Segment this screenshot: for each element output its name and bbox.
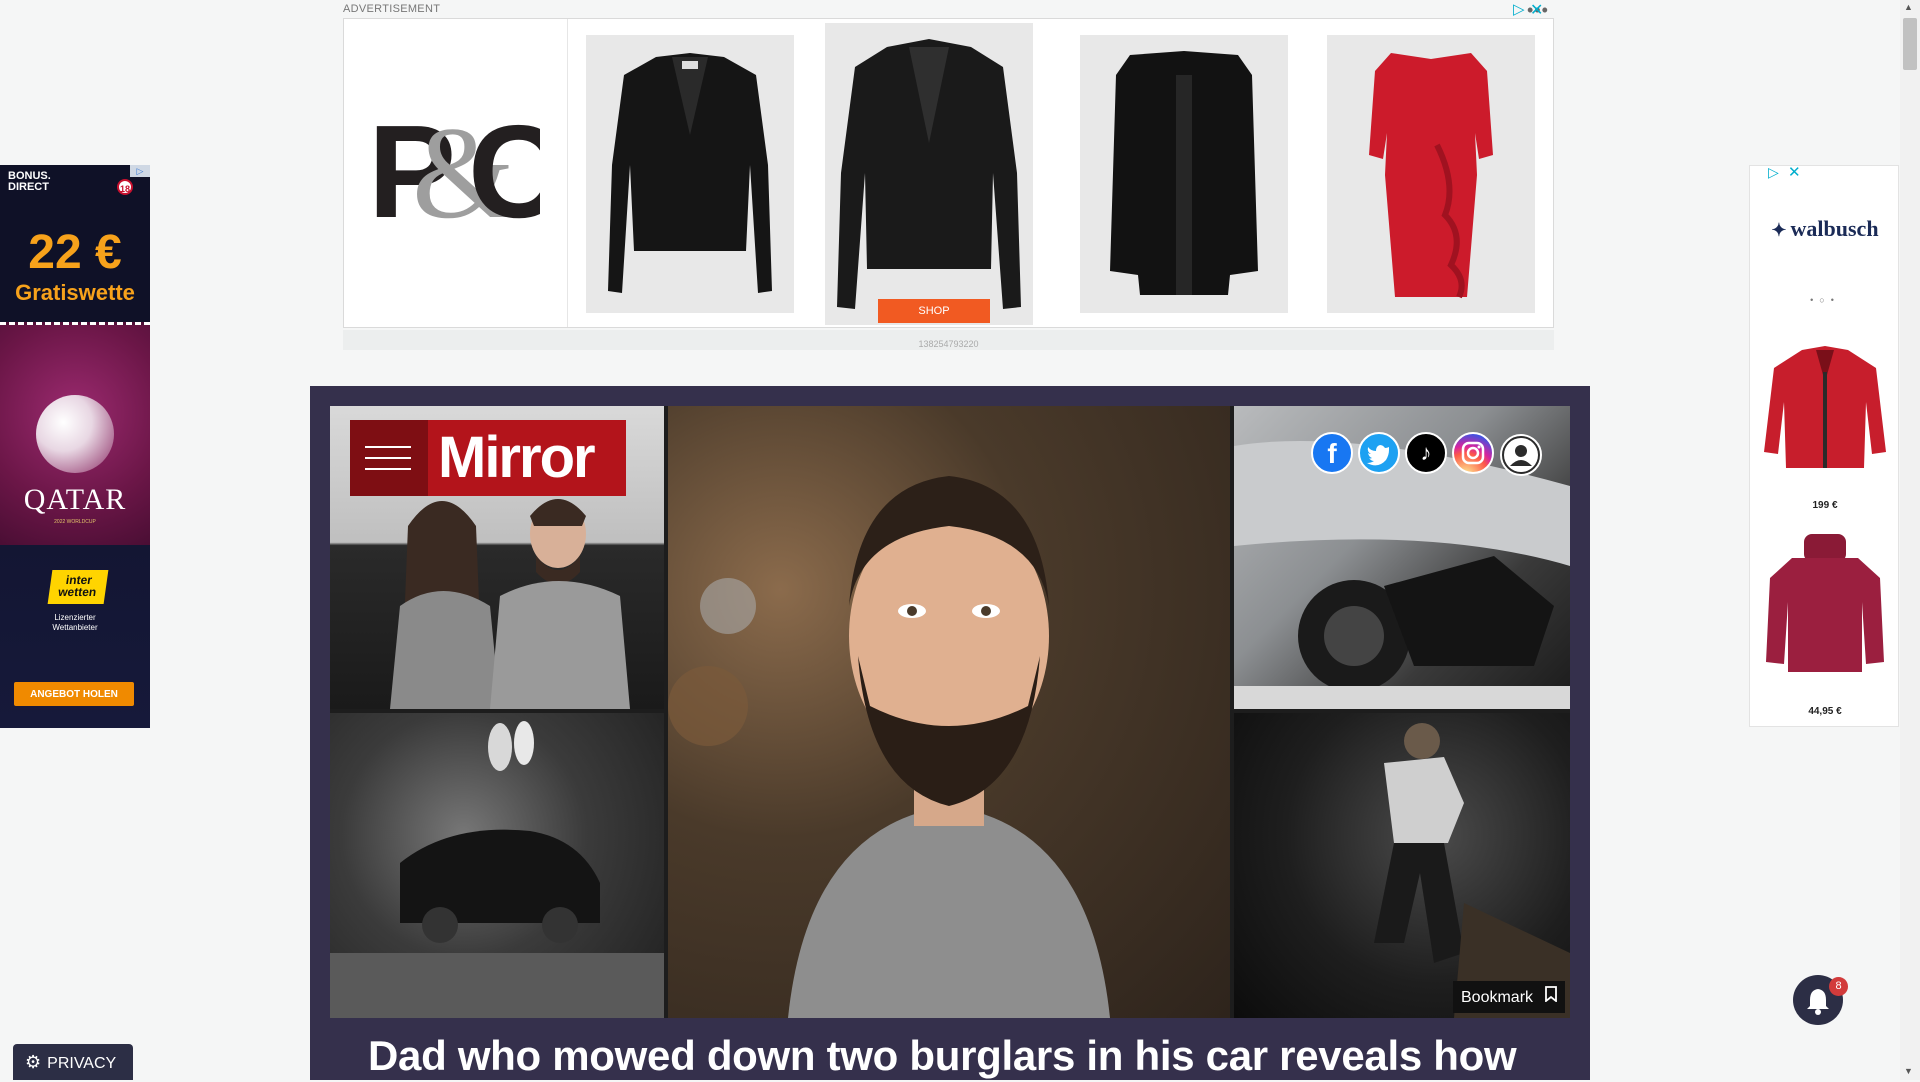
privacy-label: PRIVACY — [47, 1055, 117, 1072]
facebook-icon[interactable]: f — [1311, 432, 1353, 474]
night-runner-photo — [1234, 713, 1570, 1018]
carousel-dots[interactable]: •○• — [1750, 295, 1900, 305]
page-scrollbar[interactable] — [1900, 0, 1920, 1080]
close-ad-icon[interactable]: ✕ — [1788, 163, 1801, 181]
walbusch-logo: ✦ walbusch — [1752, 216, 1898, 242]
adchoices-icon[interactable]: ▷ — [130, 165, 150, 177]
bonus-amount: 22 € — [28, 226, 122, 279]
mirror-header-logo[interactable]: Mirror — [350, 420, 626, 496]
adchoices-icon[interactable]: ▷ — [1768, 164, 1779, 181]
license-text: Lizenzierter Wettanbieter — [52, 613, 98, 632]
qatar-title: QATAR — [23, 483, 127, 516]
qatar-subtitle: 2022 WORLDCUP — [54, 519, 96, 525]
user-account-icon[interactable] — [1500, 434, 1542, 476]
bookmark-label: Bookmark — [1461, 989, 1534, 1007]
twitter-icon[interactable] — [1358, 432, 1400, 474]
product-price: 199 € — [1812, 500, 1838, 511]
hero-image-collage[interactable] — [330, 406, 1570, 1018]
walbusch-brand-text: walbusch — [1790, 216, 1879, 241]
tiktok-icon[interactable]: ♪ — [1405, 432, 1447, 474]
scrollbar-thumb[interactable] — [1903, 18, 1917, 70]
article-headline[interactable]: Dad who mowed down two burglars in his c… — [368, 1032, 1517, 1080]
bonus-direct-logo: BONUS. DIRECT — [8, 170, 51, 193]
bonus-panel: BONUS. DIRECT 18 22 € Gratiswette — [0, 165, 150, 320]
notification-count-badge: 8 — [1829, 977, 1848, 996]
blazer-image — [837, 39, 1021, 309]
red-jacket-image[interactable] — [1762, 342, 1888, 472]
walbusch-mark-icon: ✦ — [1771, 220, 1787, 240]
gear-icon: ⚙ — [25, 1052, 42, 1072]
bookmark-icon — [1545, 982, 1558, 1014]
shop-button[interactable]: SHOP — [878, 299, 990, 323]
product-blazer-3[interactable] — [1080, 35, 1288, 313]
age-18-badge: 18 — [117, 179, 133, 195]
top-banner-ad[interactable]: P & C SHOP — [343, 18, 1554, 328]
product-price: 44,95 € — [1808, 706, 1842, 717]
mirror-logo-text: Mirror — [438, 425, 596, 490]
pc-brand-logo: P & C — [368, 115, 540, 225]
adchoices-icon[interactable]: ▷ — [1513, 0, 1525, 18]
scroll-up-arrow-icon[interactable]: ▲ — [1904, 2, 1913, 12]
right-skyscraper-ad[interactable]: ✦ walbusch •○• 199 € 44,95 € — [1749, 165, 1899, 727]
advertisement-label: ADVERTISEMENT — [343, 3, 441, 15]
burgundy-sweater-image[interactable] — [1762, 532, 1888, 672]
bonus-text: Gratiswette — [15, 280, 135, 305]
interwetten-logo: inter wetten — [47, 570, 109, 604]
hamburger-menu-icon[interactable] — [350, 420, 428, 496]
left-skyscraper-ad[interactable]: BONUS. DIRECT 18 22 € Gratiswette ▷ QATA… — [0, 165, 150, 728]
get-offer-button[interactable]: ANGEBOT HOLEN — [14, 682, 134, 706]
privacy-settings-button[interactable]: ⚙ PRIVACY — [13, 1044, 133, 1080]
product-red-dress[interactable] — [1327, 35, 1535, 313]
close-ad-icon[interactable]: ✕ — [1530, 0, 1543, 20]
football-icon — [36, 395, 114, 473]
cctv-still-photo — [330, 713, 664, 1018]
scroll-down-arrow-icon[interactable]: ▼ — [1904, 1066, 1913, 1076]
main-portrait-photo — [668, 406, 1230, 1018]
product-blazer-2[interactable]: SHOP — [825, 23, 1033, 325]
product-blazer-1[interactable] — [586, 35, 794, 313]
red-dress-image — [1369, 53, 1493, 299]
bookmark-button[interactable]: Bookmark — [1453, 981, 1565, 1013]
long-blazer-image — [1110, 51, 1258, 295]
blazer-image — [608, 53, 772, 293]
instagram-icon[interactable] — [1452, 432, 1494, 474]
svg-text:C: C — [468, 115, 540, 225]
ad-id-text: 138254793220 — [918, 339, 979, 349]
ad-divider — [567, 19, 568, 327]
